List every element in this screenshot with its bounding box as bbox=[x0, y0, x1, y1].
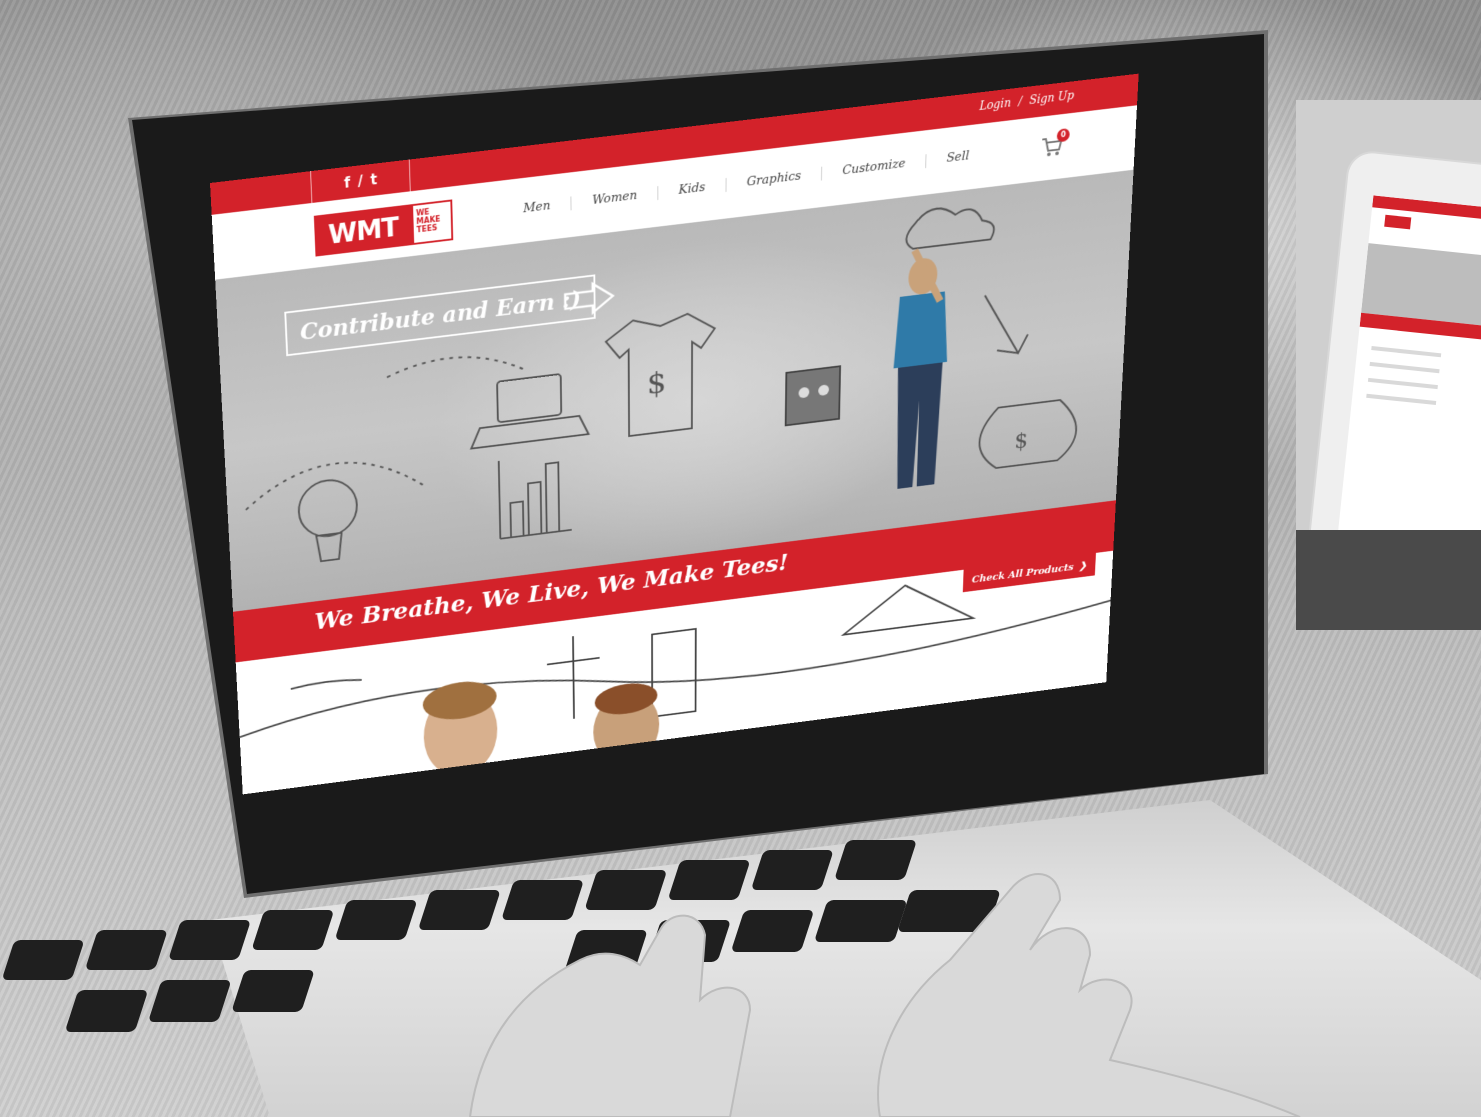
tablet-logo bbox=[1384, 214, 1412, 230]
auth-separator: / bbox=[1018, 94, 1023, 109]
nav-item-customize[interactable]: Customize bbox=[822, 154, 927, 181]
tablet-text-line bbox=[1371, 346, 1442, 358]
cart-count-badge: 0 bbox=[1056, 127, 1070, 143]
tablet-stand bbox=[1296, 530, 1481, 630]
tablet-photo bbox=[1296, 100, 1481, 630]
logo-tagline: WE MAKE TEES bbox=[411, 199, 454, 245]
cart-button[interactable]: 0 bbox=[1039, 127, 1070, 163]
login-link[interactable]: Login bbox=[979, 96, 1011, 113]
laptop-screen: f / t Login / Sign Up WMT WE MAKE TEES M… bbox=[210, 73, 1139, 795]
facebook-icon[interactable]: f bbox=[344, 174, 351, 192]
svg-text:$: $ bbox=[647, 364, 667, 401]
nav-item-women[interactable]: Women bbox=[571, 186, 659, 211]
arrow-right-icon bbox=[561, 277, 616, 320]
signup-link[interactable]: Sign Up bbox=[1029, 89, 1074, 107]
svg-text:$: $ bbox=[1014, 429, 1028, 454]
nav-item-kids[interactable]: Kids bbox=[658, 177, 727, 200]
auth-links: Login / Sign Up bbox=[979, 89, 1074, 113]
nav-item-sell[interactable]: Sell bbox=[926, 147, 989, 168]
nav-item-graphics[interactable]: Graphics bbox=[726, 166, 823, 192]
tablet-text-line bbox=[1367, 377, 1438, 390]
site-logo[interactable]: WMT WE MAKE TEES bbox=[313, 199, 455, 257]
tablet-text-line bbox=[1366, 393, 1437, 406]
chevron-right-icon: ❯ bbox=[1078, 559, 1088, 572]
logo-mark: WMT bbox=[313, 204, 413, 257]
tablet-text-line bbox=[1369, 361, 1440, 374]
nav-item-men[interactable]: Men bbox=[502, 196, 572, 219]
twitter-icon[interactable]: t bbox=[370, 171, 377, 189]
social-separator: / bbox=[357, 172, 364, 191]
